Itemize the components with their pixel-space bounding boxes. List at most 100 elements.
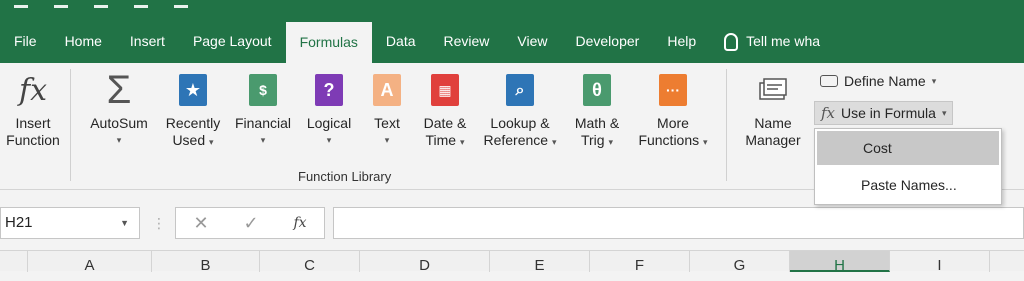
- name-box-value: H21: [5, 214, 33, 231]
- lookup-reference-label-2: Reference: [483, 132, 549, 148]
- math-trig-button[interactable]: θ Math & Trig ▾: [566, 71, 628, 151]
- tab-data[interactable]: Data: [372, 20, 430, 63]
- autosum-label: AutoSum: [90, 115, 148, 131]
- use-in-formula-menu: Cost Paste Names...: [814, 128, 1002, 205]
- tell-me-search[interactable]: Tell me wha: [710, 20, 834, 63]
- chevron-down-icon: ▾: [551, 137, 557, 147]
- column-header[interactable]: C: [260, 251, 360, 274]
- more-functions-label: More: [657, 115, 689, 131]
- autosum-button[interactable]: Σ AutoSum ▾: [80, 70, 158, 149]
- tell-me-label: Tell me wha: [746, 33, 821, 49]
- name-manager-icon: [756, 71, 790, 109]
- magnifier-book-icon: ⌕: [503, 71, 537, 109]
- chevron-down-icon: ▾: [608, 137, 613, 147]
- enter-icon[interactable]: ✓: [243, 213, 258, 234]
- insert-function-label: Insert: [15, 115, 51, 131]
- insert-function-label-2: Function: [6, 132, 60, 148]
- lookup-reference-label: Lookup &: [490, 115, 550, 131]
- math-trig-label: Math &: [574, 115, 620, 131]
- more-book-icon: ···: [656, 71, 690, 109]
- more-functions-label-2: Functions: [638, 132, 700, 148]
- tab-developer[interactable]: Developer: [562, 20, 654, 63]
- fx-icon: fx: [18, 72, 48, 108]
- formula-buttons: ✕ ✓ fx: [175, 207, 325, 239]
- use-in-formula-button[interactable]: 𝑓x Use in Formula ▾: [814, 101, 954, 125]
- tab-help[interactable]: Help: [653, 20, 710, 63]
- menu-item-cost[interactable]: Cost: [817, 131, 999, 165]
- recently-used-label: Recently: [165, 115, 221, 131]
- calendar-book-icon: ▦: [428, 71, 462, 109]
- separator: [726, 69, 727, 181]
- recently-used-label-2: Used: [172, 132, 206, 148]
- tag-icon: [820, 75, 838, 87]
- theta-book-icon: θ: [580, 71, 614, 109]
- column-header[interactable]: I: [890, 251, 990, 274]
- chevron-down-icon: ▾: [326, 135, 332, 145]
- insert-function-icon[interactable]: fx: [293, 215, 306, 231]
- recently-used-button[interactable]: ★ Recently Used ▾: [160, 71, 226, 151]
- redo-icon[interactable]: [94, 0, 108, 8]
- chevron-down-icon: ▾: [260, 135, 266, 145]
- math-trig-label-2: Trig: [580, 132, 605, 148]
- column-headers: A B C D E F G H I: [0, 250, 1024, 274]
- undo-icon[interactable]: [54, 0, 68, 8]
- chevron-down-icon: ▾: [931, 75, 937, 86]
- chevron-down-icon: ▾: [209, 137, 214, 147]
- separator: [70, 69, 71, 181]
- date-time-label: Date &: [423, 115, 467, 131]
- column-header[interactable]: B: [152, 251, 260, 274]
- chevron-down-icon: ▾: [703, 137, 708, 147]
- column-header[interactable]: G: [690, 251, 790, 274]
- tab-page-layout[interactable]: Page Layout: [179, 20, 286, 63]
- tab-formulas[interactable]: Formulas: [285, 22, 372, 63]
- save-icon[interactable]: [14, 0, 28, 8]
- logical-label: Logical: [306, 115, 352, 131]
- lookup-reference-button[interactable]: ⌕ Lookup & Reference ▾: [476, 71, 564, 151]
- column-header[interactable]: A: [28, 251, 152, 274]
- chevron-down-icon: ▾: [941, 107, 947, 118]
- tab-insert[interactable]: Insert: [116, 20, 179, 63]
- tab-view[interactable]: View: [503, 20, 561, 63]
- name-manager-label-2: Manager: [745, 132, 801, 148]
- fx-small-icon: 𝑓x: [821, 104, 836, 122]
- ribbon-tabs: File Home Insert Page Layout Formulas Da…: [0, 20, 1024, 63]
- chevron-down-icon: ▾: [116, 135, 122, 145]
- question-book-icon: ?: [312, 71, 346, 109]
- chevron-down-icon: ▾: [459, 137, 465, 147]
- column-header[interactable]: E: [490, 251, 590, 274]
- text-button[interactable]: A Text ▾: [366, 71, 408, 149]
- table-icon[interactable]: [174, 0, 188, 8]
- star-book-icon: ★: [176, 71, 210, 109]
- function-library-group-label: Function Library: [298, 169, 392, 184]
- chevron-down-icon[interactable]: ▼: [120, 208, 129, 238]
- more-functions-button[interactable]: ··· More Functions ▾: [630, 71, 716, 151]
- define-name-button[interactable]: Define Name ▾: [820, 73, 936, 89]
- paste-names-label: Paste Names...: [861, 177, 957, 193]
- column-header[interactable]: D: [360, 251, 490, 274]
- use-in-formula-label: Use in Formula: [841, 105, 936, 121]
- name-manager-button[interactable]: Name Manager: [738, 71, 808, 149]
- select-all-corner[interactable]: [0, 251, 28, 272]
- column-header-selected[interactable]: H: [790, 251, 890, 274]
- tab-home[interactable]: Home: [51, 20, 116, 63]
- insert-function-button[interactable]: fx Insert Function: [0, 71, 66, 149]
- name-box[interactable]: H21 ▼: [0, 207, 140, 239]
- column-header[interactable]: F: [590, 251, 690, 274]
- cancel-icon[interactable]: ✕: [193, 213, 208, 234]
- tab-file[interactable]: File: [0, 20, 51, 63]
- financial-label: Financial: [234, 115, 292, 131]
- title-bar: [0, 0, 1024, 20]
- tab-review[interactable]: Review: [430, 20, 504, 63]
- formula-input[interactable]: [333, 207, 1024, 239]
- menu-item-paste-names[interactable]: Paste Names...: [817, 168, 999, 202]
- date-time-button[interactable]: ▦ Date & Time ▾: [416, 71, 474, 151]
- touch-mode-icon[interactable]: [134, 0, 148, 8]
- name-manager-label: Name: [754, 115, 792, 131]
- financial-book-icon: $: [246, 71, 280, 109]
- chevron-down-icon: ▾: [384, 135, 390, 145]
- resize-handle[interactable]: ⋮: [152, 215, 166, 232]
- text-label: Text: [374, 115, 400, 131]
- financial-button[interactable]: $ Financial ▾: [228, 71, 298, 149]
- logical-button[interactable]: ? Logical ▾: [300, 71, 358, 149]
- define-name-label: Define Name: [844, 73, 926, 89]
